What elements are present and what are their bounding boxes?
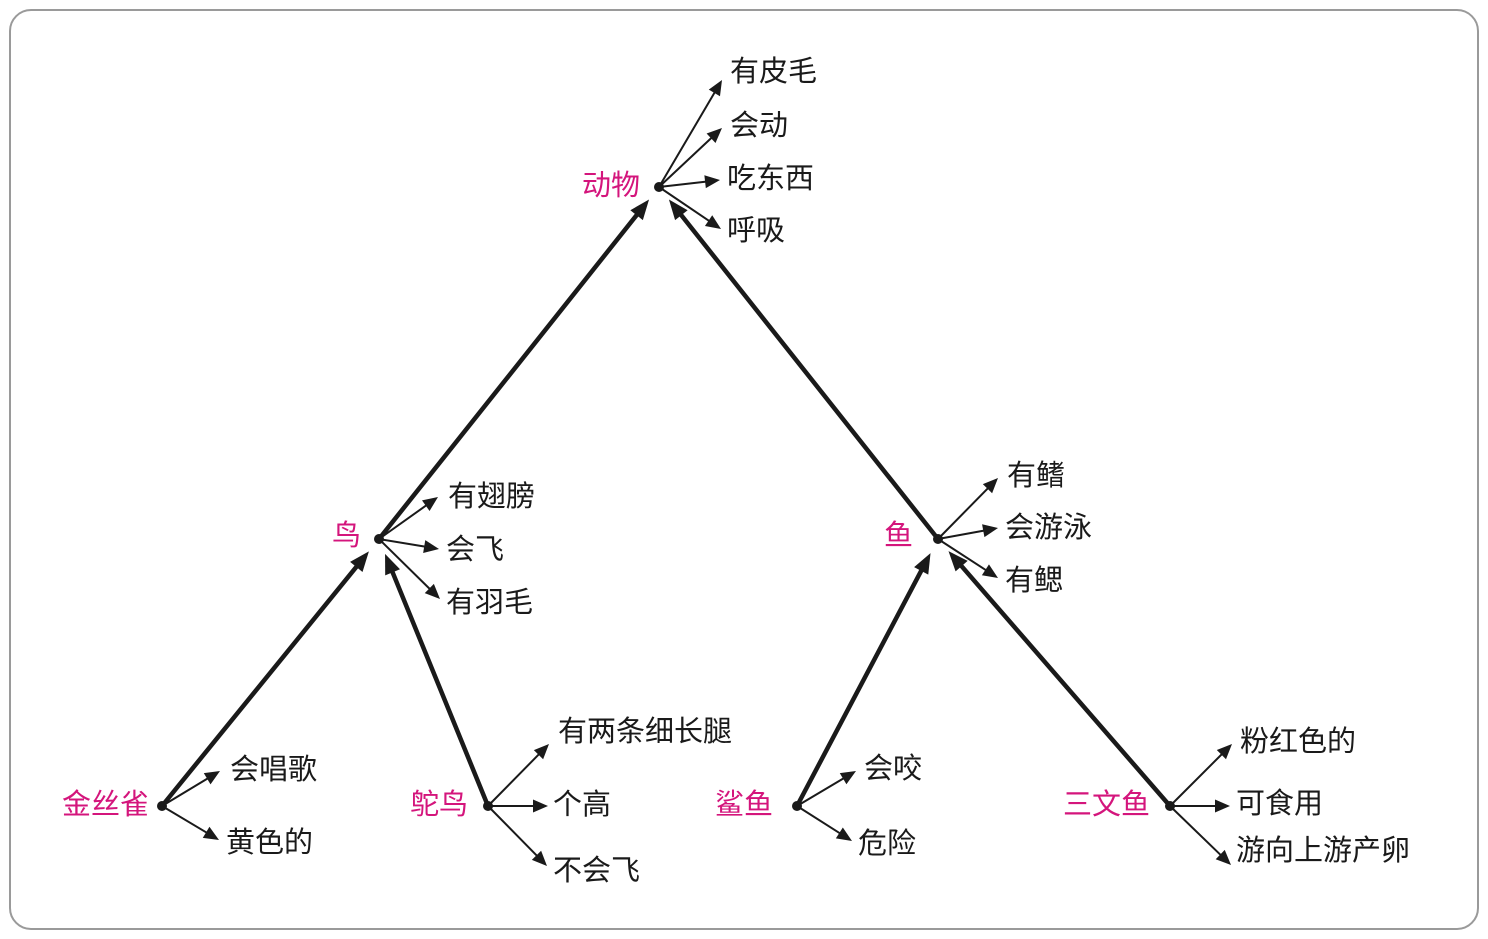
node-bird: 鸟 bbox=[332, 518, 362, 552]
node-dot-shark bbox=[792, 801, 802, 811]
attr-arrow-bird-1 bbox=[378, 538, 439, 553]
attr-canary-yellow: 黄色的 bbox=[226, 825, 314, 859]
attr-arrow-salmon-0 bbox=[1169, 744, 1232, 807]
attr-animal-moves: 会动 bbox=[730, 108, 789, 142]
attr-arrow-ostrich-0 bbox=[487, 744, 549, 807]
node-canary: 金丝雀 bbox=[62, 787, 150, 821]
node-dot-canary bbox=[157, 801, 167, 811]
attr-shark-bites: 会咬 bbox=[864, 751, 923, 785]
attr-fish-swims: 会游泳 bbox=[1005, 510, 1093, 544]
attr-salmon-edible: 可食用 bbox=[1236, 786, 1324, 820]
attr-bird-wings: 有翅膀 bbox=[448, 479, 536, 513]
node-shark: 鲨鱼 bbox=[715, 787, 774, 821]
node-animal: 动物 bbox=[582, 168, 641, 202]
attr-ostrich-long-legs: 有两条细长腿 bbox=[558, 714, 733, 748]
attr-arrow-shark-1 bbox=[796, 805, 852, 841]
attr-salmon-spawns: 游向上游产卵 bbox=[1236, 833, 1411, 867]
attr-arrow-canary-1 bbox=[161, 805, 219, 840]
attr-bird-flies: 会飞 bbox=[446, 532, 505, 566]
node-dot-salmon bbox=[1165, 801, 1175, 811]
isa-arrow-fish-to-animal bbox=[668, 199, 941, 542]
attr-arrow-ostrich-1 bbox=[487, 799, 548, 813]
node-dot-bird bbox=[374, 534, 384, 544]
attr-salmon-pink: 粉红色的 bbox=[1240, 724, 1357, 758]
attr-canary-sings: 会唱歌 bbox=[230, 752, 318, 786]
attr-ostrich-cannot-fly: 不会飞 bbox=[553, 853, 641, 887]
node-dot-fish bbox=[933, 534, 943, 544]
node-fish: 鱼 bbox=[884, 518, 914, 552]
attr-arrow-salmon-1 bbox=[1169, 799, 1230, 813]
attr-shark-dangerous: 危险 bbox=[858, 826, 917, 860]
attr-animal-eats: 吃东西 bbox=[727, 161, 815, 195]
node-dot-animal bbox=[654, 182, 664, 192]
node-dot-ostrich bbox=[483, 801, 493, 811]
attr-arrow-canary-0 bbox=[161, 771, 220, 807]
attr-animal-fur: 有皮毛 bbox=[730, 54, 818, 88]
attr-arrow-salmon-2 bbox=[1169, 805, 1231, 865]
attr-fish-gills: 有鳃 bbox=[1005, 563, 1064, 597]
attr-fish-fins: 有鳍 bbox=[1007, 458, 1066, 492]
attr-arrow-fish-1 bbox=[937, 524, 998, 540]
node-salmon: 三文鱼 bbox=[1063, 787, 1151, 821]
attr-bird-feathers: 有羽毛 bbox=[446, 585, 534, 619]
attr-animal-breathes: 呼吸 bbox=[727, 213, 786, 247]
node-ostrich: 鸵鸟 bbox=[410, 787, 469, 821]
attr-arrow-ostrich-2 bbox=[487, 805, 547, 866]
attr-ostrich-tall: 个高 bbox=[553, 787, 612, 821]
